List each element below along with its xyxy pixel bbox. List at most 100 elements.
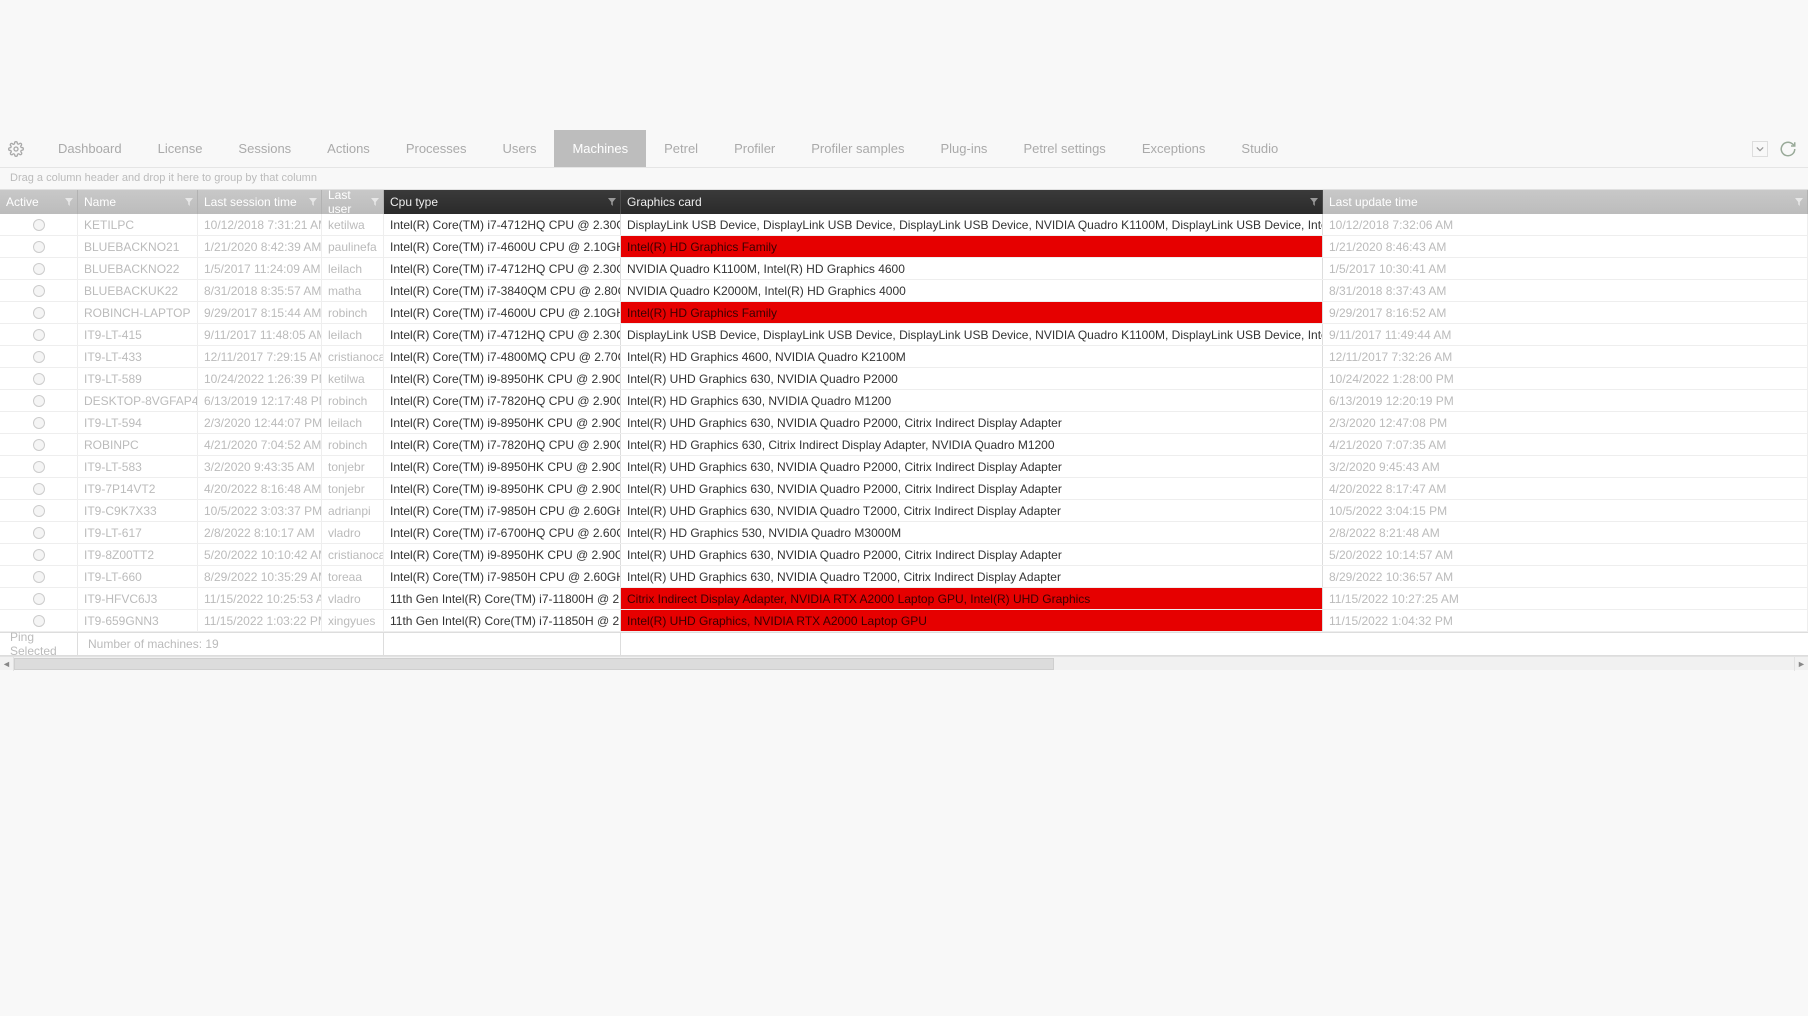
- active-cell[interactable]: [0, 302, 78, 323]
- active-cell[interactable]: [0, 412, 78, 433]
- tab-overflow-dropdown[interactable]: [1752, 141, 1768, 157]
- active-radio-icon[interactable]: [33, 351, 45, 363]
- active-cell[interactable]: [0, 236, 78, 257]
- tab-plug-ins[interactable]: Plug-ins: [922, 130, 1005, 167]
- active-radio-icon[interactable]: [33, 549, 45, 561]
- active-cell[interactable]: [0, 588, 78, 609]
- user-cell: leilach: [322, 412, 384, 433]
- tab-dashboard[interactable]: Dashboard: [40, 130, 140, 167]
- tab-processes[interactable]: Processes: [388, 130, 485, 167]
- active-cell[interactable]: [0, 500, 78, 521]
- tab-petrel-settings[interactable]: Petrel settings: [1005, 130, 1123, 167]
- active-cell[interactable]: [0, 456, 78, 477]
- active-cell[interactable]: [0, 544, 78, 565]
- active-radio-icon[interactable]: [33, 505, 45, 517]
- active-radio-icon[interactable]: [33, 395, 45, 407]
- filter-icon[interactable]: [65, 198, 73, 206]
- table-row[interactable]: IT9-LT-58910/24/2022 1:26:39 PMketilwaIn…: [0, 368, 1808, 390]
- refresh-button[interactable]: [1776, 137, 1800, 161]
- table-row[interactable]: IT9-8Z00TT25/20/2022 10:10:42 AMcristian…: [0, 544, 1808, 566]
- horizontal-scrollbar[interactable]: ◄ ►: [0, 656, 1808, 670]
- active-radio-icon[interactable]: [33, 219, 45, 231]
- table-row[interactable]: BLUEBACKNO211/21/2020 8:42:39 AMpaulinef…: [0, 236, 1808, 258]
- tab-machines[interactable]: Machines: [554, 130, 646, 167]
- table-row[interactable]: ROBINPC4/21/2020 7:04:52 AMrobinchIntel(…: [0, 434, 1808, 456]
- table-row[interactable]: IT9-LT-4159/11/2017 11:48:05 AMleilachIn…: [0, 324, 1808, 346]
- filter-icon[interactable]: [1795, 198, 1803, 206]
- active-cell[interactable]: [0, 434, 78, 455]
- active-cell[interactable]: [0, 324, 78, 345]
- active-radio-icon[interactable]: [33, 593, 45, 605]
- active-cell[interactable]: [0, 258, 78, 279]
- active-cell[interactable]: [0, 346, 78, 367]
- table-row[interactable]: IT9-LT-5942/3/2020 12:44:07 PMleilachInt…: [0, 412, 1808, 434]
- table-row[interactable]: IT9-HFVC6J311/15/2022 10:25:53 AMvladro1…: [0, 588, 1808, 610]
- table-row[interactable]: IT9-LT-6172/8/2022 8:10:17 AMvladroIntel…: [0, 522, 1808, 544]
- active-radio-icon[interactable]: [33, 417, 45, 429]
- table-row[interactable]: BLUEBACKUK228/31/2018 8:35:57 AMmathaInt…: [0, 280, 1808, 302]
- table-row[interactable]: IT9-LT-6608/29/2022 10:35:29 AMtoreaaInt…: [0, 566, 1808, 588]
- table-row[interactable]: DESKTOP-8VGFAP46/13/2019 12:17:48 PMrobi…: [0, 390, 1808, 412]
- col-header-active[interactable]: Active: [0, 190, 78, 214]
- filter-icon[interactable]: [1310, 198, 1318, 206]
- ping-selected-button[interactable]: Ping Selected: [0, 633, 78, 655]
- active-cell[interactable]: [0, 566, 78, 587]
- active-radio-icon[interactable]: [33, 241, 45, 253]
- table-row[interactable]: ROBINCH-LAPTOP9/29/2017 8:15:44 AMrobinc…: [0, 302, 1808, 324]
- name-cell: ROBINCH-LAPTOP: [78, 302, 198, 323]
- tab-profiler-samples[interactable]: Profiler samples: [793, 130, 922, 167]
- active-radio-icon[interactable]: [33, 527, 45, 539]
- filter-icon[interactable]: [309, 198, 317, 206]
- table-row[interactable]: IT9-7P14VT24/20/2022 8:16:48 AMtonjebrIn…: [0, 478, 1808, 500]
- active-radio-icon[interactable]: [33, 439, 45, 451]
- table-row[interactable]: IT9-LT-5833/2/2020 9:43:35 AMtonjebrInte…: [0, 456, 1808, 478]
- table-row[interactable]: BLUEBACKNO221/5/2017 11:24:09 AMleilachI…: [0, 258, 1808, 280]
- filter-icon[interactable]: [371, 198, 379, 206]
- scroll-thumb[interactable]: [14, 658, 1054, 670]
- tab-petrel[interactable]: Petrel: [646, 130, 716, 167]
- group-by-bar[interactable]: Drag a column header and drop it here to…: [0, 168, 1808, 190]
- col-header-cpu[interactable]: Cpu type: [384, 190, 621, 214]
- active-radio-icon[interactable]: [33, 483, 45, 495]
- tab-exceptions[interactable]: Exceptions: [1124, 130, 1224, 167]
- col-header-last-session[interactable]: Last session time: [198, 190, 322, 214]
- name-cell: IT9-LT-433: [78, 346, 198, 367]
- tab-profiler[interactable]: Profiler: [716, 130, 793, 167]
- col-header-update[interactable]: Last update time: [1323, 190, 1808, 214]
- settings-gear-button[interactable]: [8, 141, 32, 157]
- active-cell[interactable]: [0, 610, 78, 631]
- active-radio-icon[interactable]: [33, 571, 45, 583]
- filter-icon[interactable]: [185, 198, 193, 206]
- tab-actions[interactable]: Actions: [309, 130, 388, 167]
- col-header-name[interactable]: Name: [78, 190, 198, 214]
- tab-studio[interactable]: Studio: [1223, 130, 1296, 167]
- active-cell[interactable]: [0, 522, 78, 543]
- active-radio-icon[interactable]: [33, 461, 45, 473]
- table-row[interactable]: IT9-LT-43312/11/2017 7:29:15 AMcristiano…: [0, 346, 1808, 368]
- tab-license[interactable]: License: [140, 130, 221, 167]
- table-row[interactable]: IT9-C9K7X3310/5/2022 3:03:37 PMadrianpiI…: [0, 500, 1808, 522]
- active-radio-icon[interactable]: [33, 373, 45, 385]
- tab-sessions[interactable]: Sessions: [220, 130, 309, 167]
- user-cell: paulinefa: [322, 236, 384, 257]
- filter-icon[interactable]: [608, 198, 616, 206]
- active-cell[interactable]: [0, 368, 78, 389]
- scroll-left-arrow-icon[interactable]: ◄: [0, 657, 14, 671]
- tab-users[interactable]: Users: [485, 130, 555, 167]
- col-header-last-user[interactable]: Last user: [322, 190, 384, 214]
- user-cell: ketilwa: [322, 214, 384, 235]
- active-radio-icon[interactable]: [33, 329, 45, 341]
- active-radio-icon[interactable]: [33, 285, 45, 297]
- col-header-gpu[interactable]: Graphics card: [621, 190, 1323, 214]
- active-cell[interactable]: [0, 280, 78, 301]
- active-radio-icon[interactable]: [33, 307, 45, 319]
- scroll-right-arrow-icon[interactable]: ►: [1794, 657, 1808, 671]
- active-cell[interactable]: [0, 478, 78, 499]
- active-cell[interactable]: [0, 390, 78, 411]
- active-cell[interactable]: [0, 214, 78, 235]
- active-radio-icon[interactable]: [33, 615, 45, 627]
- cpu-cell: Intel(R) Core(TM) i7-7820HQ CPU @ 2.90GH…: [384, 434, 621, 455]
- table-row[interactable]: KETILPC10/12/2018 7:31:21 AMketilwaIntel…: [0, 214, 1808, 236]
- active-radio-icon[interactable]: [33, 263, 45, 275]
- table-row[interactable]: IT9-659GNN311/15/2022 1:03:22 PMxingyues…: [0, 610, 1808, 632]
